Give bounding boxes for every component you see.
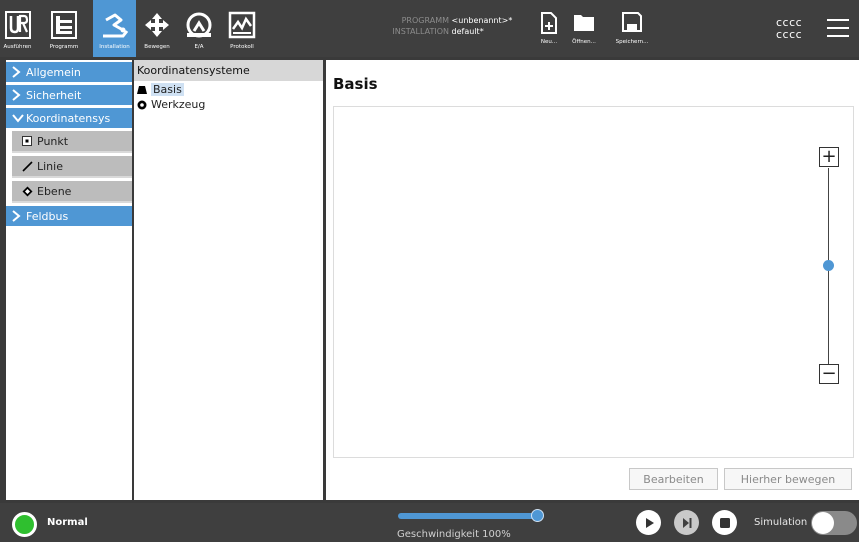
- page-title: Basis: [333, 75, 378, 93]
- sidebar-item-label: Allgemein: [26, 65, 81, 79]
- tree-node-label: Basis: [151, 83, 184, 96]
- sidebar-item-allgemein[interactable]: Allgemein: [6, 62, 132, 82]
- installation-key: INSTALLATION: [392, 27, 449, 36]
- sidebar-item-label: Sicherheit: [26, 88, 82, 102]
- bottom-bar: Normal Geschwindigkeit 100% Simulation: [0, 503, 859, 542]
- plane-icon: [22, 186, 37, 197]
- play-button[interactable]: [636, 510, 661, 535]
- ur-logo-icon: [0, 10, 35, 40]
- base-icon: [137, 85, 151, 94]
- installation-icon: [93, 10, 136, 40]
- play-icon: [645, 517, 654, 528]
- stop-button[interactable]: [712, 510, 737, 535]
- move-arrows-icon: [136, 10, 178, 40]
- sidebar-subitem-label: Linie: [37, 159, 63, 173]
- simulation-label: Simulation: [754, 517, 808, 528]
- sidebar-subitem-linie[interactable]: Linie: [12, 156, 132, 178]
- installation-sidebar: Allgemein Sicherheit Koordinatensys Punk…: [6, 60, 132, 500]
- coordinate-systems-tree: Koordinatensysteme Basis Werkzeug: [134, 60, 323, 500]
- edit-button[interactable]: Bearbeiten: [629, 468, 718, 490]
- open-file-label: Öffnen...: [572, 39, 596, 45]
- sidebar-subitem-punkt[interactable]: Punkt: [12, 131, 132, 153]
- io-gauge-icon: [178, 10, 220, 40]
- new-file-icon: [531, 12, 567, 38]
- robot-mode-label: Normal: [47, 517, 88, 528]
- installation-value: default*: [451, 27, 484, 36]
- sidebar-item-label: Feldbus: [26, 209, 69, 223]
- app-window: Ausführen Programm Installation Bewegen …: [0, 0, 859, 542]
- nav-log-button[interactable]: Protokoll: [220, 0, 264, 57]
- 3d-viewport[interactable]: + −: [333, 106, 854, 458]
- user-id: cccc cccc: [776, 17, 802, 41]
- nav-program-button[interactable]: Programm: [35, 0, 93, 57]
- nav-log-label: Protokoll: [230, 44, 254, 50]
- toggle-knob: [812, 512, 834, 534]
- new-file-button[interactable]: Neu...: [531, 12, 567, 52]
- user-line-2: cccc: [776, 28, 803, 41]
- nav-move-button[interactable]: Bewegen: [136, 0, 178, 57]
- nav-io-button[interactable]: E/A: [178, 0, 220, 57]
- chevron-right-icon: [12, 89, 26, 101]
- step-icon: [682, 517, 691, 528]
- open-file-button[interactable]: Öffnen...: [566, 12, 602, 52]
- zoom-out-button[interactable]: −: [819, 364, 839, 384]
- new-file-label: Neu...: [540, 39, 558, 45]
- program-key: PROGRAMM: [401, 16, 449, 25]
- sidebar-item-sicherheit[interactable]: Sicherheit: [6, 85, 132, 105]
- sidebar-item-feldbus[interactable]: Feldbus: [6, 206, 132, 226]
- simulation-toggle[interactable]: [811, 511, 857, 535]
- tree-header: Koordinatensysteme: [134, 60, 323, 81]
- main-panel: Basis + − Bearbeiten Hierher bewegen: [326, 60, 859, 500]
- program-tree-icon: [35, 10, 93, 40]
- program-info: PROGRAMM <unbenannt>* INSTALLATION defau…: [360, 15, 512, 37]
- save-disk-icon: [611, 12, 653, 38]
- sidebar-item-label: Koordinatensys: [26, 111, 111, 125]
- nav-run-button[interactable]: Ausführen: [0, 0, 35, 57]
- point-icon: [22, 136, 37, 146]
- top-bar: Ausführen Programm Installation Bewegen …: [0, 0, 859, 57]
- nav-io-label: E/A: [194, 44, 204, 50]
- line-icon: [22, 160, 37, 172]
- folder-icon: [566, 12, 602, 38]
- zoom-slider-knob[interactable]: [823, 260, 834, 271]
- log-chart-icon: [220, 10, 264, 40]
- sidebar-subitem-label: Ebene: [37, 184, 72, 198]
- nav-move-label: Bewegen: [144, 44, 170, 50]
- nav-installation-label: Installation: [99, 44, 130, 50]
- hamburger-menu-icon[interactable]: [827, 19, 849, 37]
- speed-slider-track[interactable]: [398, 513, 538, 519]
- speed-slider-knob[interactable]: [531, 509, 544, 522]
- step-button[interactable]: [674, 510, 699, 535]
- nav-installation-button[interactable]: Installation: [93, 0, 136, 57]
- chevron-down-icon: [12, 113, 26, 123]
- chevron-right-icon: [12, 66, 26, 78]
- tool-icon: [137, 100, 151, 110]
- status-indicator-icon[interactable]: [12, 512, 37, 537]
- save-file-button[interactable]: Speichern...: [611, 12, 653, 52]
- tree-node-werkzeug[interactable]: Werkzeug: [137, 98, 205, 111]
- tree-node-label: Werkzeug: [151, 98, 206, 111]
- move-here-button[interactable]: Hierher bewegen: [724, 468, 852, 490]
- sidebar-item-koordinatensysteme[interactable]: Koordinatensys: [6, 108, 132, 128]
- zoom-in-button[interactable]: +: [819, 147, 839, 167]
- speed-label: Geschwindigkeit 100%: [397, 529, 511, 540]
- save-file-label: Speichern...: [615, 39, 649, 45]
- nav-program-label: Programm: [49, 44, 79, 50]
- program-value: <unbenannt>*: [451, 16, 513, 25]
- nav-run-label: Ausführen: [3, 44, 32, 50]
- chevron-right-icon: [12, 210, 26, 222]
- tree-node-basis[interactable]: Basis: [137, 83, 184, 96]
- sidebar-subitem-ebene[interactable]: Ebene: [12, 181, 132, 203]
- sidebar-subitem-label: Punkt: [37, 134, 69, 148]
- stop-icon: [719, 517, 730, 528]
